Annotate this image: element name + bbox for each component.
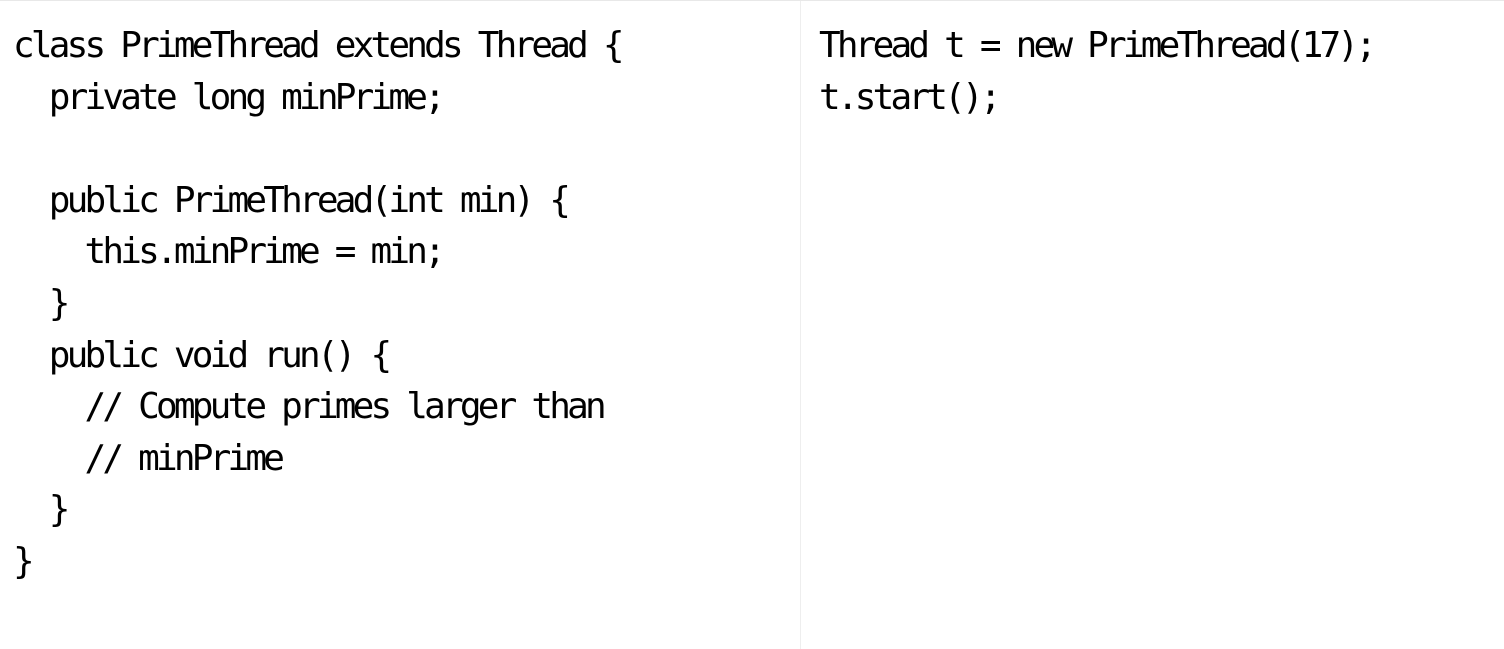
code-line: // minPrime [13,437,284,479]
code-line: Thread t = new PrimeThread(17); [819,25,1377,66]
code-line: public void run() { [13,334,392,376]
code-line: } [13,489,71,531]
code-line: public PrimeThread(int min) { [13,179,571,221]
class-definition-code: class PrimeThread extends Thread { priva… [13,20,800,588]
code-line: } [13,540,35,582]
code-line: class PrimeThread extends Thread { [13,25,625,66]
code-comparison: class PrimeThread extends Thread { priva… [0,0,1504,649]
usage-code: Thread t = new PrimeThread(17); t.start()… [819,20,1504,123]
usage-pane: Thread t = new PrimeThread(17); t.start()… [801,1,1504,649]
class-definition-pane: class PrimeThread extends Thread { priva… [0,1,801,649]
code-line: this.minPrime = min; [13,231,445,273]
code-line: private long minPrime; [13,76,446,118]
code-line: // Compute primes larger than [13,386,606,428]
code-line: t.start(); [819,76,1002,118]
code-line: } [13,282,71,324]
